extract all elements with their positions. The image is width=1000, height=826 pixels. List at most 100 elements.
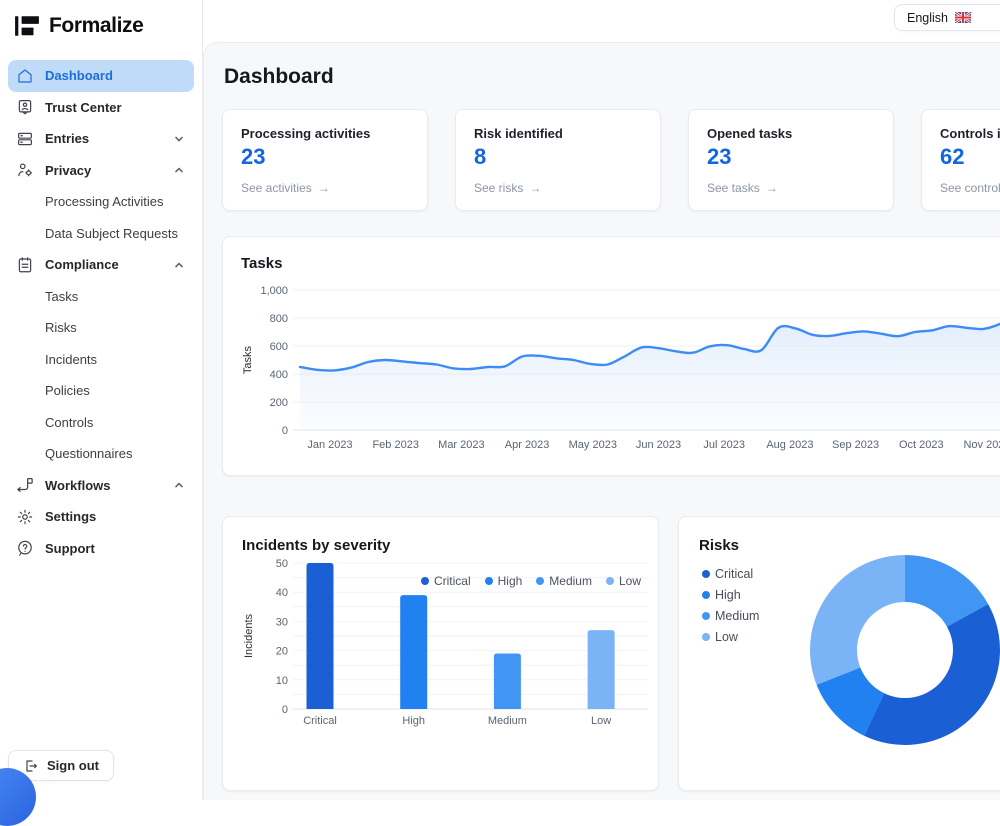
- legend-dot-icon: [702, 633, 710, 641]
- language-selector-button[interactable]: English: [894, 4, 1000, 31]
- legend-item-medium[interactable]: Medium: [536, 574, 592, 588]
- stat-card-value: 23: [707, 144, 875, 170]
- legend-dot-icon: [421, 577, 429, 585]
- svg-text:Feb 2023: Feb 2023: [372, 439, 418, 451]
- chevron-up-icon: [173, 479, 185, 491]
- tasks-line-chart: 02004006008001,000Jan 2023Feb 2023Mar 20…: [241, 272, 1000, 461]
- stat-card-risk-identified: Risk identified 8 See risks→: [455, 109, 661, 211]
- stat-card-title: Opened tasks: [707, 126, 875, 141]
- sidebar-item-tasks[interactable]: Tasks: [8, 281, 194, 313]
- legend-item-high[interactable]: High: [485, 574, 523, 588]
- sidebar-item-settings[interactable]: Settings: [8, 501, 194, 533]
- sidebar-item-label: Compliance: [45, 257, 119, 272]
- sidebar-item-privacy[interactable]: Privacy: [8, 155, 194, 187]
- svg-text:Jan 2023: Jan 2023: [307, 439, 352, 451]
- stat-card-title: Controls implemented: [940, 126, 1000, 141]
- risks-donut-chart: [810, 555, 1000, 745]
- logo-text: Formalize: [49, 14, 143, 38]
- sidebar-item-trust-center[interactable]: Trust Center: [8, 92, 194, 124]
- sidebar-item-label: Tasks: [45, 289, 78, 304]
- sidebar-item-questionnaires[interactable]: Questionnaires: [8, 438, 194, 470]
- sidebar-item-label: Incidents: [45, 352, 97, 367]
- sidebar-item-label: Entries: [45, 131, 89, 146]
- charts-row: Incidents by severity Critical High Medium…: [222, 516, 1000, 791]
- svg-text:Tasks: Tasks: [242, 345, 254, 374]
- sidebar-item-label: Data Subject Requests: [45, 226, 178, 241]
- sidebar-item-processing-activities[interactable]: Processing Activities: [8, 186, 194, 218]
- legend-item-low[interactable]: Low: [606, 574, 641, 588]
- stat-card-link[interactable]: See tasks→: [707, 181, 875, 195]
- svg-text:Oct 2023: Oct 2023: [899, 439, 944, 451]
- gear-icon: [16, 508, 34, 526]
- svg-text:High: High: [402, 715, 425, 727]
- logout-icon: [23, 758, 39, 774]
- arrow-right-icon: →: [529, 181, 541, 195]
- sidebar-item-workflows[interactable]: Workflows: [8, 470, 194, 502]
- legend-dot-icon: [606, 577, 614, 585]
- page-title: Dashboard: [224, 65, 1000, 89]
- svg-text:0: 0: [282, 704, 288, 716]
- sidebar-item-policies[interactable]: Policies: [8, 375, 194, 407]
- svg-text:Sep 2023: Sep 2023: [832, 439, 879, 451]
- svg-text:Low: Low: [591, 715, 611, 727]
- sidebar-item-label: Trust Center: [45, 100, 122, 115]
- main-content: Dashboard Processing activities 23 See act…: [203, 42, 1000, 800]
- home-icon: [16, 67, 34, 85]
- svg-text:May 2023: May 2023: [569, 439, 617, 451]
- svg-text:Jun 2023: Jun 2023: [636, 439, 681, 451]
- sidebar-item-label: Questionnaires: [45, 446, 132, 461]
- stat-card-link[interactable]: See risks→: [474, 181, 642, 195]
- sidebar-item-label: Settings: [45, 509, 96, 524]
- clipboard-icon: [16, 256, 34, 274]
- svg-text:Apr 2023: Apr 2023: [505, 439, 550, 451]
- arrow-right-icon: →: [766, 181, 778, 195]
- help-icon: [16, 539, 34, 557]
- legend-dot-icon: [485, 577, 493, 585]
- stat-card-title: Risk identified: [474, 126, 642, 141]
- legend-item-critical[interactable]: Critical: [421, 574, 471, 588]
- svg-text:Mar 2023: Mar 2023: [438, 439, 484, 451]
- incidents-chart-title: Incidents by severity: [242, 537, 658, 554]
- uk-flag-icon: [955, 12, 971, 23]
- chevron-up-icon: [173, 164, 185, 176]
- sidebar-item-risks[interactable]: Risks: [8, 312, 194, 344]
- stat-card-title: Processing activities: [241, 126, 409, 141]
- language-label: English: [907, 11, 948, 25]
- sidebar-item-controls[interactable]: Controls: [8, 407, 194, 439]
- sidebar-item-data-subject-requests[interactable]: Data Subject Requests: [8, 218, 194, 250]
- sidebar-item-incidents[interactable]: Incidents: [8, 344, 194, 376]
- svg-text:40: 40: [276, 587, 288, 599]
- stat-card-link[interactable]: See controls→: [940, 181, 1000, 195]
- logo: Formalize: [0, 0, 202, 39]
- svg-text:50: 50: [276, 558, 288, 570]
- svg-text:Aug 2023: Aug 2023: [766, 439, 813, 451]
- sidebar-item-label: Support: [45, 541, 95, 556]
- sidebar-nav: Dashboard Trust Center Entries PrivacyProce…: [0, 60, 202, 564]
- arrow-right-icon: →: [318, 181, 330, 195]
- stat-card-value: 23: [241, 144, 409, 170]
- legend-dot-icon: [536, 577, 544, 585]
- formalize-logo-icon: [14, 13, 40, 39]
- incidents-chart-card: Incidents by severity Critical High Medium…: [222, 516, 659, 791]
- risks-chart-card: Risks CriticalHighMediumLow: [678, 516, 1000, 791]
- svg-text:20: 20: [276, 646, 288, 658]
- sidebar-item-label: Policies: [45, 383, 90, 398]
- svg-text:30: 30: [276, 616, 288, 628]
- sidebar-item-label: Dashboard: [45, 68, 113, 83]
- sidebar-item-entries[interactable]: Entries: [8, 123, 194, 155]
- stat-card-value: 8: [474, 144, 642, 170]
- stat-card-opened-tasks: Opened tasks 23 See tasks→: [688, 109, 894, 211]
- sidebar-item-label: Workflows: [45, 478, 111, 493]
- svg-text:200: 200: [270, 397, 288, 409]
- stat-card-link[interactable]: See activities→: [241, 181, 409, 195]
- svg-text:400: 400: [270, 369, 288, 381]
- legend-dot-icon: [702, 612, 710, 620]
- svg-text:1,000: 1,000: [260, 285, 288, 297]
- sidebar-item-compliance[interactable]: Compliance: [8, 249, 194, 281]
- chevron-up-icon: [173, 259, 185, 271]
- tasks-chart-card: Tasks 02004006008001,000Jan 2023Feb 2023…: [222, 236, 1000, 476]
- sidebar-item-dashboard[interactable]: Dashboard: [8, 60, 194, 92]
- svg-text:Critical: Critical: [303, 715, 337, 727]
- stat-cards-row: Processing activities 23 See activities→ Ri…: [222, 109, 1000, 211]
- sidebar-item-support[interactable]: Support: [8, 533, 194, 565]
